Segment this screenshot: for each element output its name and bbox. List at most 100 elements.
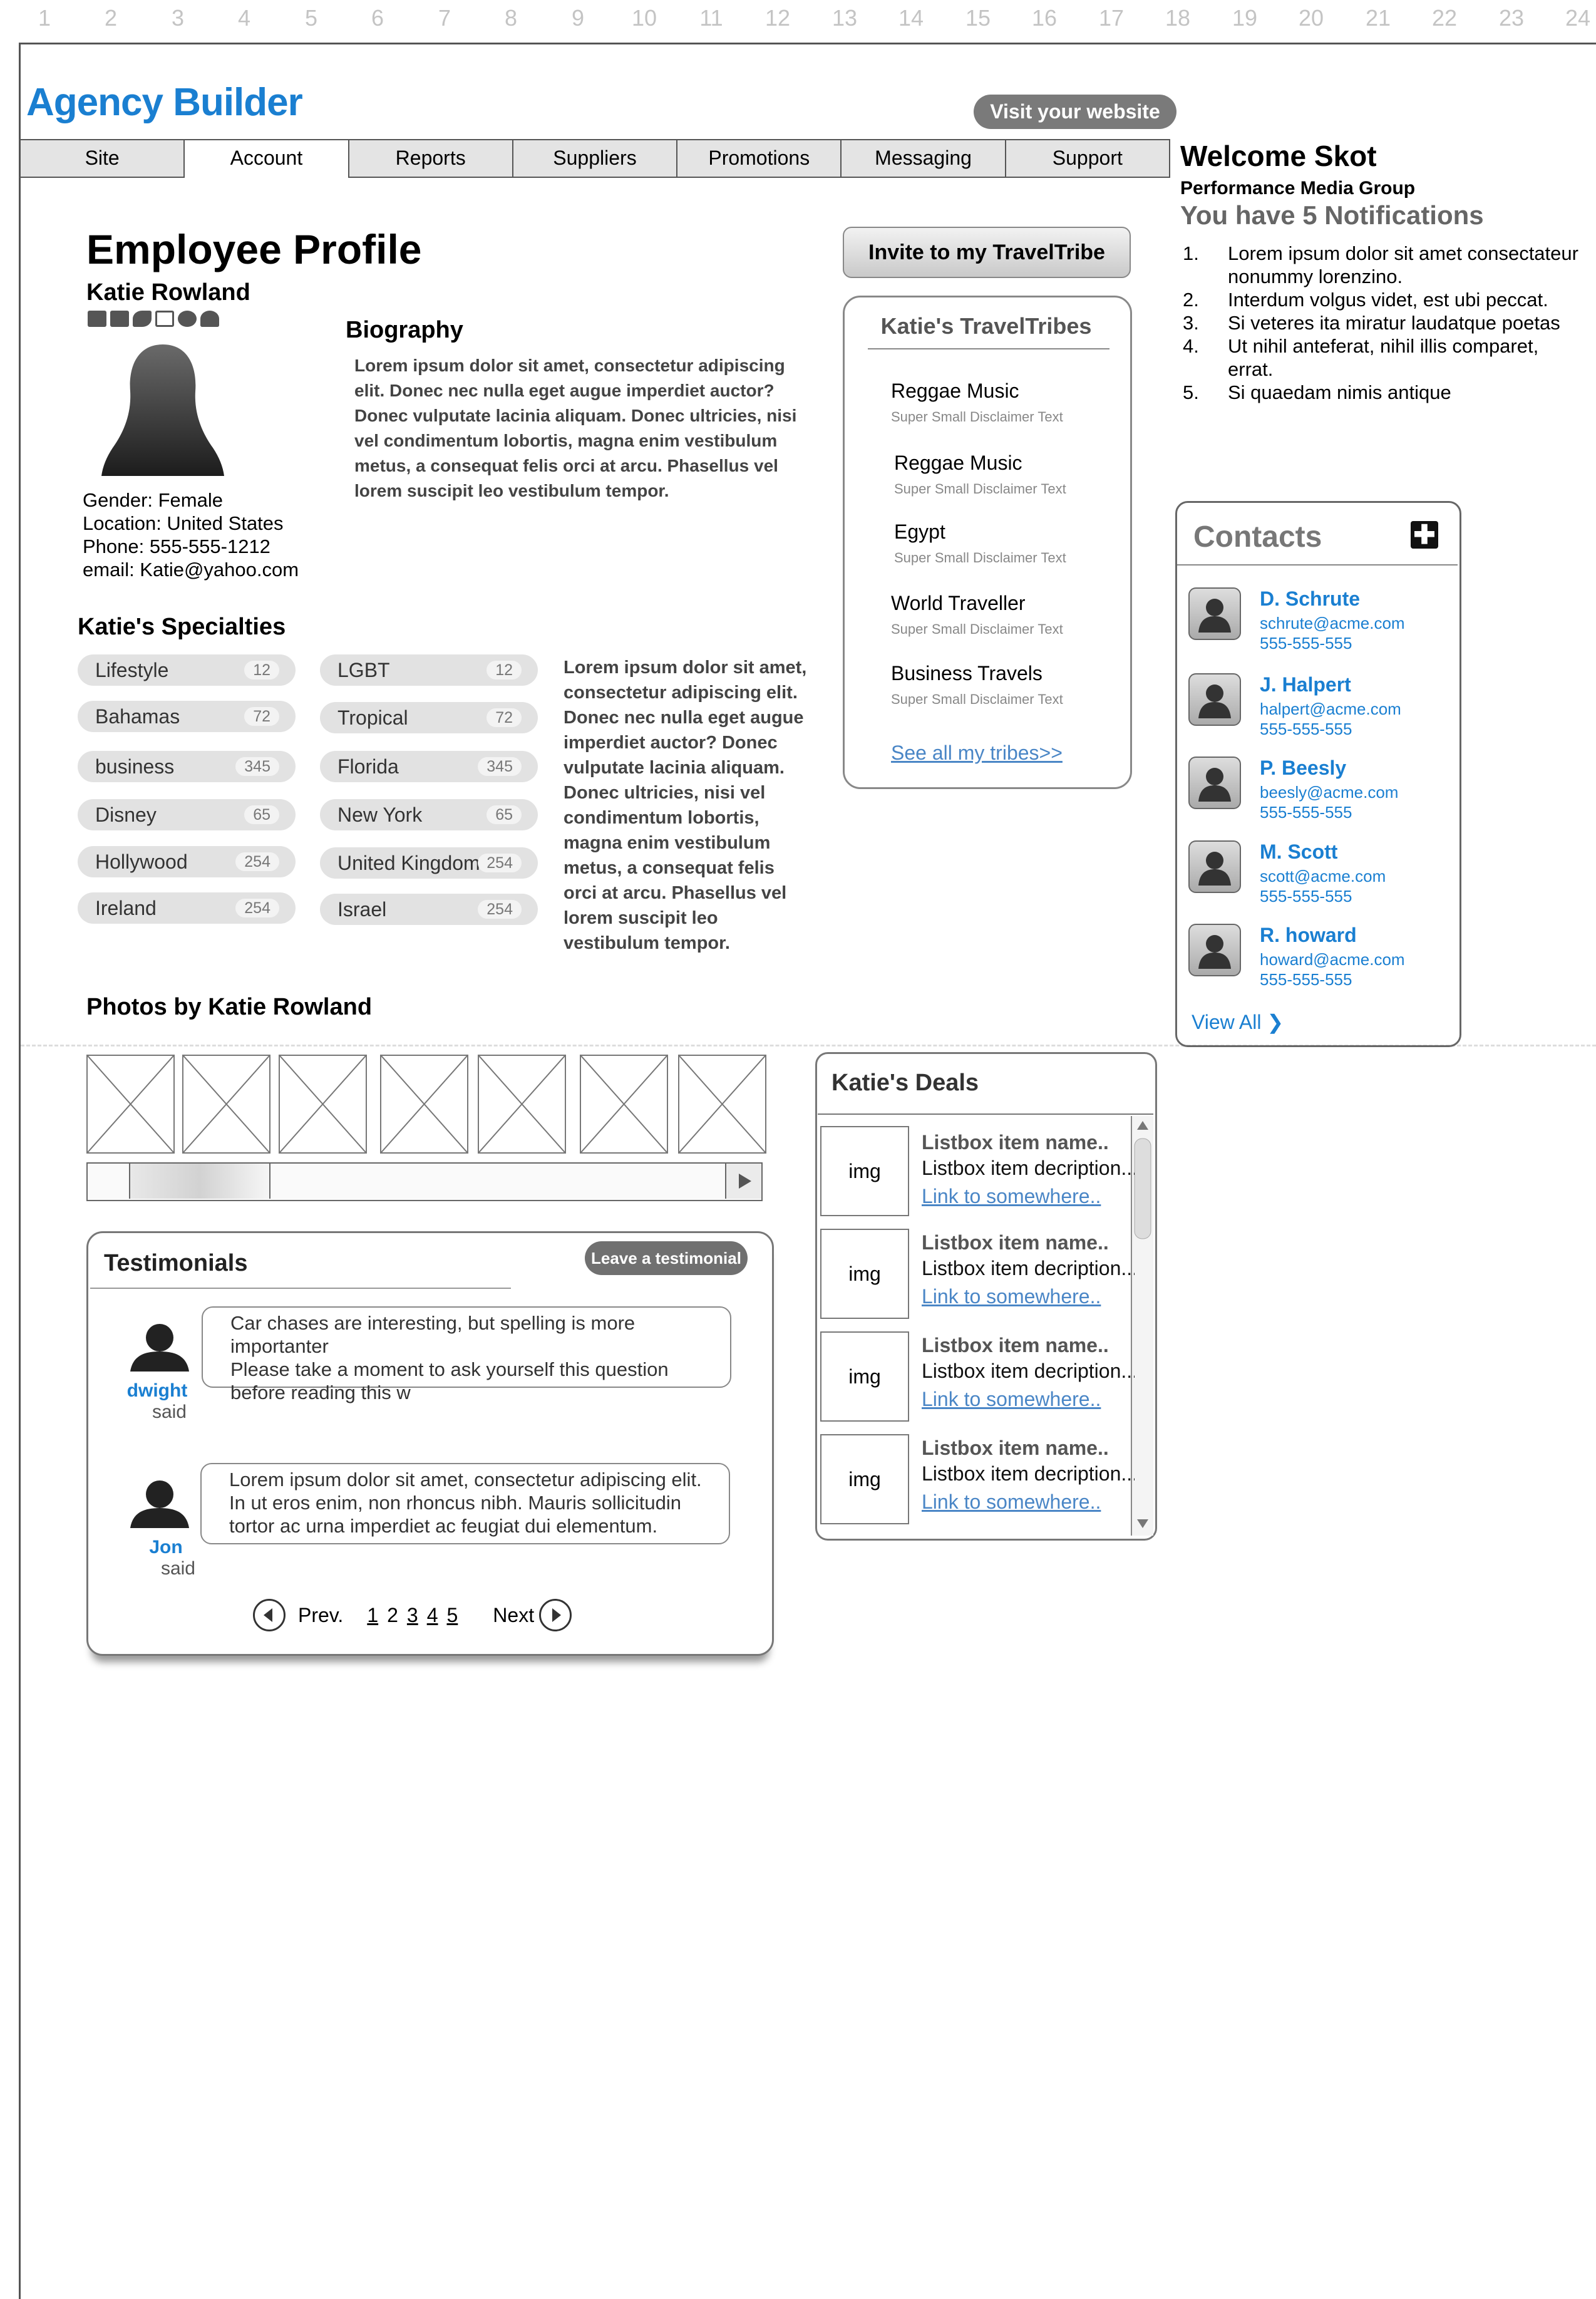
email-icon[interactable] [155, 311, 174, 327]
view-all-contacts-link[interactable]: View All ❯ [1192, 1010, 1284, 1034]
specialty-tag[interactable]: Hollywood 254 [78, 846, 296, 877]
page-title: Employee Profile [86, 226, 422, 272]
photo-thumbnail[interactable] [380, 1055, 468, 1154]
specialty-tag[interactable]: business 345 [78, 751, 296, 782]
ruler-number: 10 [631, 5, 657, 31]
app-logo[interactable]: Agency Builder [26, 80, 303, 125]
scroll-right-arrow-icon[interactable] [725, 1164, 761, 1199]
visit-website-button[interactable]: Visit your website [974, 95, 1176, 129]
add-contact-icon[interactable]: ✚ [1411, 521, 1438, 549]
notification-item[interactable]: 3. Si veteres ita miratur laudatque poeta… [1180, 311, 1581, 334]
heart-icon[interactable] [200, 311, 219, 327]
employee-name: Katie Rowland [86, 279, 250, 306]
tab-site[interactable]: Site [21, 140, 185, 177]
invite-traveltribe-button[interactable]: Invite to my TravelTribe [843, 227, 1131, 278]
contact-item[interactable]: P. Beesly beesly@acme.com 555-555-555 [1188, 757, 1451, 832]
user-silhouette-icon [125, 1321, 194, 1375]
contact-avatar-icon [1188, 587, 1241, 640]
tab-suppliers[interactable]: Suppliers [513, 140, 678, 177]
divider [868, 348, 1109, 349]
scrollbar-thumb[interactable] [129, 1164, 270, 1199]
specialty-tag[interactable]: Bahamas 72 [78, 701, 296, 732]
specialty-tag[interactable]: Florida 345 [320, 751, 538, 782]
contact-item[interactable]: M. Scott scott@acme.com 555-555-555 [1188, 840, 1451, 916]
deal-image[interactable]: img [820, 1229, 909, 1319]
phone-field: Phone: 555-555-1212 [83, 535, 270, 557]
tab-promotions[interactable]: Promotions [677, 140, 842, 177]
contact-item[interactable]: R. howard howard@acme.com 555-555-555 [1188, 924, 1451, 999]
tribe-item[interactable]: Reggae Music Super Small Disclaimer Text [891, 380, 1063, 425]
leave-testimonial-button[interactable]: Leave a testimonial [585, 1241, 748, 1275]
testimonials-panel [86, 1231, 774, 1656]
testimonial-author: dwight said [126, 1380, 188, 1422]
share-icon[interactable] [178, 311, 197, 327]
page-link[interactable]: 3 [407, 1604, 418, 1627]
photo-thumbnail[interactable] [86, 1055, 175, 1154]
tribe-item[interactable]: World Traveller Super Small Disclaimer Te… [891, 592, 1063, 638]
specialty-tag[interactable]: LGBT 12 [320, 654, 538, 686]
prev-page-link[interactable]: Prev. [298, 1604, 343, 1627]
photo-thumbnail[interactable] [478, 1055, 566, 1154]
see-all-tribes-link[interactable]: See all my tribes>> [891, 741, 1063, 765]
specialty-tag[interactable]: Ireland 254 [78, 892, 296, 924]
tab-reports[interactable]: Reports [349, 140, 513, 177]
ruler-number: 12 [765, 5, 791, 31]
tab-support[interactable]: Support [1006, 140, 1169, 177]
ruler-number: 21 [1365, 5, 1391, 31]
next-page-icon[interactable] [539, 1599, 572, 1631]
specialty-tag[interactable]: United Kingdom 254 [320, 847, 538, 879]
page-link[interactable]: 1 [367, 1604, 378, 1627]
photo-thumbnail[interactable] [279, 1055, 367, 1154]
notifications-list: 1. Lorem ipsum dolor sit amet consectateu… [1180, 242, 1581, 404]
deal-link[interactable]: Link to somewhere.. [922, 1185, 1135, 1208]
deal-link[interactable]: Link to somewhere.. [922, 1285, 1135, 1308]
traveltribes-title: Katie's TravelTribes [880, 313, 1092, 339]
page-link-current[interactable]: 2 [387, 1604, 398, 1627]
tribe-item[interactable]: Egypt Super Small Disclaimer Text [894, 520, 1066, 566]
deal-image[interactable]: img [820, 1126, 909, 1216]
deal-item: Listbox item name.. Listbox item decript… [922, 1437, 1135, 1514]
facebook-icon[interactable] [88, 311, 106, 327]
linkedin-icon[interactable] [110, 311, 129, 327]
tab-account[interactable]: Account [185, 140, 349, 178]
specialty-tag[interactable]: Disney 65 [78, 799, 296, 830]
ruler-number: 2 [104, 5, 118, 31]
tab-messaging[interactable]: Messaging [842, 140, 1006, 177]
notification-item[interactable]: 5. Si quaedam nimis antique [1180, 381, 1581, 404]
testimonial-bubble: Lorem ipsum dolor sit amet, consectetur … [200, 1463, 730, 1544]
prev-page-icon[interactable] [253, 1599, 286, 1631]
notification-item[interactable]: 1. Lorem ipsum dolor sit amet consectateu… [1180, 242, 1581, 288]
tribe-item[interactable]: Reggae Music Super Small Disclaimer Text [894, 452, 1066, 497]
specialty-tag[interactable]: New York 65 [320, 799, 538, 830]
contact-item[interactable]: J. Halpert halpert@acme.com 555-555-555 [1188, 673, 1451, 748]
ruler-number: 1 [38, 5, 51, 31]
notifications-title[interactable]: You have 5 Notifications [1180, 200, 1484, 230]
testimonials-title: Testimonials [104, 1250, 248, 1276]
notification-item[interactable]: 4. Ut nihil anteferat, nihil illis compar… [1180, 334, 1581, 381]
specialty-tag[interactable]: Tropical 72 [320, 702, 538, 733]
photo-thumbnail[interactable] [182, 1055, 270, 1154]
page-link[interactable]: 4 [427, 1604, 438, 1627]
specialties-description: Lorem ipsum dolor sit amet, consectetur … [564, 658, 807, 953]
photo-thumbnail[interactable] [580, 1055, 668, 1154]
photo-thumbnail[interactable] [678, 1055, 766, 1154]
contact-item[interactable]: D. Schrute schrute@acme.com 555-555-555 [1188, 587, 1451, 663]
twitter-icon[interactable] [133, 311, 152, 327]
ruler-number: 7 [438, 5, 451, 31]
ruler-number: 15 [965, 5, 991, 31]
next-page-link[interactable]: Next [493, 1604, 534, 1627]
deal-image[interactable]: img [820, 1434, 909, 1524]
ruler-number: 9 [571, 5, 585, 31]
email-field: email: Katie@yahoo.com [83, 559, 299, 581]
deal-link[interactable]: Link to somewhere.. [922, 1388, 1135, 1411]
tribe-item[interactable]: Business Travels Super Small Disclaimer T… [891, 662, 1063, 708]
page-link[interactable]: 5 [447, 1604, 458, 1627]
specialty-tag[interactable]: Lifestyle 12 [78, 654, 296, 686]
welcome-heading: Welcome Skot [1180, 140, 1377, 172]
ruler-number: 14 [898, 5, 924, 31]
deal-link[interactable]: Link to somewhere.. [922, 1490, 1135, 1514]
notification-item[interactable]: 2. Interdum volgus videt, est ubi peccat. [1180, 288, 1581, 311]
deal-image[interactable]: img [820, 1331, 909, 1422]
specialty-tag[interactable]: Israel 254 [320, 894, 538, 925]
photos-heading: Photos by Katie Rowland [86, 994, 373, 1020]
